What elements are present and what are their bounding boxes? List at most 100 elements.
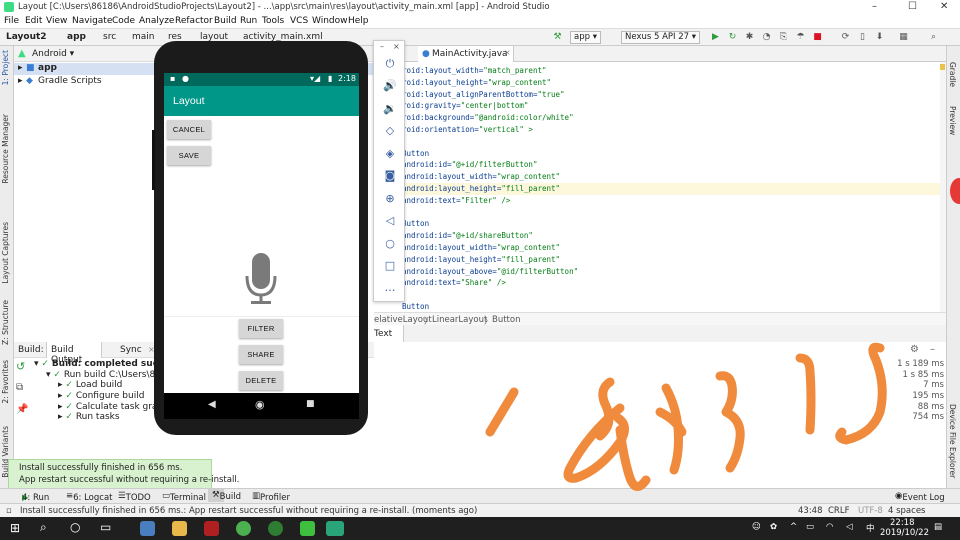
share-button[interactable]: SHARE xyxy=(239,345,283,364)
code-line[interactable]: android:text="Share" /> xyxy=(402,278,506,287)
profile-icon[interactable]: ◔ xyxy=(761,32,772,43)
search-icon[interactable]: ⌕ xyxy=(40,520,47,535)
save-button[interactable]: SAVE xyxy=(167,146,211,165)
breadcrumb-project[interactable]: Layout2 xyxy=(6,32,47,42)
status-message[interactable]: Install successfully finished in 656 ms.… xyxy=(20,506,477,516)
app-icon-1[interactable] xyxy=(140,521,155,536)
menu-window[interactable]: Window xyxy=(312,16,348,26)
app-icon-5[interactable] xyxy=(268,521,283,536)
run-icon[interactable]: ▶ xyxy=(710,32,721,43)
tool-profiler[interactable]: ▥ Profiler xyxy=(252,491,290,503)
editor-crumb-button[interactable]: Button xyxy=(492,315,520,325)
camera-icon[interactable]: ◙ xyxy=(383,169,397,183)
tool-device-file-explorer[interactable]: Device File Explorer xyxy=(948,404,957,478)
task-view-icon[interactable]: ○ xyxy=(70,520,80,534)
clock-date[interactable]: 2019/10/22 xyxy=(880,528,929,538)
maximize-button[interactable]: ☐ xyxy=(908,1,917,12)
editor-crumb-linearlayout[interactable]: LinearLayout xyxy=(432,315,487,325)
tab-text[interactable]: Text xyxy=(374,325,404,343)
editor-crumb-relativelayout[interactable]: elativeLayout xyxy=(374,315,432,325)
code-line[interactable]: android:layout_above="@id/filterButton" xyxy=(402,267,578,276)
code-line[interactable]: android:layout_height="fill_parent" xyxy=(402,255,560,264)
delete-button[interactable]: DELETE xyxy=(239,371,283,390)
phone-overview-icon[interactable]: ■ xyxy=(306,399,315,409)
project-view-select[interactable]: Android ▾ xyxy=(32,49,74,59)
cancel-button[interactable]: CANCEL xyxy=(167,120,211,139)
tool-structure[interactable]: Z: Structure xyxy=(1,300,10,345)
menu-edit[interactable]: Edit xyxy=(25,16,42,26)
tray-chevron-icon[interactable]: ^ xyxy=(790,522,797,532)
menu-file[interactable]: File xyxy=(4,16,19,26)
code-line[interactable]: roid:layout_width="match_parent" xyxy=(402,66,547,75)
code-line[interactable]: roid:background="@android:color/white" xyxy=(402,113,574,122)
code-line[interactable]: android:id="@+id/filterButton" xyxy=(402,160,537,169)
code-line[interactable]: roid:layout_height="wrap_content" xyxy=(402,78,551,87)
tab-build-output[interactable]: Build Output xyxy=(46,342,102,365)
tray-icon[interactable]: ✿ xyxy=(770,522,777,532)
android-studio-taskbar-icon[interactable] xyxy=(326,521,344,536)
build-row-configure[interactable]: ▸ ✓ Configure build xyxy=(58,391,144,401)
stop-icon[interactable]: ■ xyxy=(812,32,823,43)
menu-navigate[interactable]: Navigate xyxy=(72,16,112,26)
file-explorer-icon[interactable] xyxy=(172,521,187,536)
tool-project[interactable]: 1: Project xyxy=(1,50,10,85)
power-icon[interactable]: ⏻ xyxy=(383,57,397,71)
rotate-right-icon[interactable]: ◈ xyxy=(383,147,397,161)
breadcrumb-main[interactable]: main xyxy=(132,32,155,42)
breadcrumb-src[interactable]: src xyxy=(103,32,116,42)
device-side-button[interactable] xyxy=(152,130,155,190)
filter-icon[interactable]: ⧉ xyxy=(16,382,23,393)
tray-icon[interactable]: ☺ xyxy=(752,522,761,532)
code-line[interactable]: roid:layout_alignParentBottom="true" xyxy=(402,90,565,99)
menu-build[interactable]: Build xyxy=(214,16,237,26)
code-line[interactable]: android:text="Filter" /> xyxy=(402,196,510,205)
more-icon[interactable]: … xyxy=(383,281,397,295)
back-icon[interactable]: ◁ xyxy=(383,214,397,228)
ime-indicator[interactable]: 中 xyxy=(866,522,875,534)
tool-preview[interactable]: Preview xyxy=(948,106,957,135)
close-button[interactable]: ✕ xyxy=(940,1,948,12)
menu-analyze[interactable]: Analyze xyxy=(139,16,174,26)
build-row-load[interactable]: ▸ ✓ Load build xyxy=(58,380,122,390)
volume-up-icon[interactable]: 🔊 xyxy=(383,79,397,93)
code-line[interactable]: roid:gravity="center|bottom" xyxy=(402,101,528,110)
rerun-icon[interactable]: ↺ xyxy=(16,360,25,373)
app-icon-3[interactable] xyxy=(204,521,219,536)
tool-build[interactable]: ⚒ Build xyxy=(208,489,241,502)
tool-favorites[interactable]: 2: Favorites xyxy=(1,360,10,404)
project-structure-icon[interactable]: ▦ xyxy=(898,32,909,43)
code-line[interactable]: roid:orientation="vertical" > xyxy=(402,125,533,134)
rotate-left-icon[interactable]: ◇ xyxy=(383,124,397,138)
code-line[interactable]: android:layout_width="wrap_content" xyxy=(402,243,560,252)
code-line[interactable]: android:id="@+id/shareButton" xyxy=(402,231,533,240)
phone-home-icon[interactable]: ◉ xyxy=(255,398,265,411)
attach-debugger-icon[interactable]: ⎘ xyxy=(778,32,789,43)
menu-view[interactable]: View xyxy=(46,16,67,26)
code-line[interactable]: Button xyxy=(402,302,429,311)
app-icon-4[interactable] xyxy=(236,521,251,536)
home-icon[interactable]: ○ xyxy=(383,237,397,251)
code-line[interactable]: android:layout_height="fill_parent" xyxy=(402,184,560,193)
network-icon[interactable]: ▭ xyxy=(806,522,814,532)
make-project-icon[interactable]: ⚒ xyxy=(552,32,563,43)
code-line[interactable]: Button xyxy=(402,219,429,228)
settings-icon[interactable]: ⚙ xyxy=(910,344,919,355)
notification-toast[interactable]: Install successfully finished in 656 ms.… xyxy=(8,459,239,489)
tool-terminal[interactable]: ▭ Terminal xyxy=(162,491,206,503)
tool-resource-manager[interactable]: Resource Manager xyxy=(1,114,10,184)
tablet-icon[interactable]: ▭ xyxy=(100,520,111,534)
tool-logcat[interactable]: ≡ 6: Logcat xyxy=(66,491,113,503)
run-config-select[interactable]: app ▾ xyxy=(570,31,601,44)
clock-time[interactable]: 22:18 xyxy=(890,518,915,528)
emulator-minimize-icon[interactable]: – xyxy=(380,42,384,51)
debug-icon[interactable]: ✱ xyxy=(744,32,755,43)
tab-sync[interactable]: Sync xyxy=(120,345,142,355)
code-line[interactable]: android:layout_width="wrap_content" xyxy=(402,172,560,181)
menu-help[interactable]: Help xyxy=(348,16,369,26)
phone-back-icon[interactable]: ◀ xyxy=(208,399,216,410)
tool-gradle[interactable]: Gradle xyxy=(948,62,957,87)
tab-mainactivity[interactable]: ● MainActivity.java × xyxy=(418,46,514,62)
tool-layout-captures[interactable]: Layout Captures xyxy=(1,222,10,284)
minimize-button[interactable]: – xyxy=(872,1,877,12)
wifi-icon[interactable]: ◠ xyxy=(826,522,833,532)
